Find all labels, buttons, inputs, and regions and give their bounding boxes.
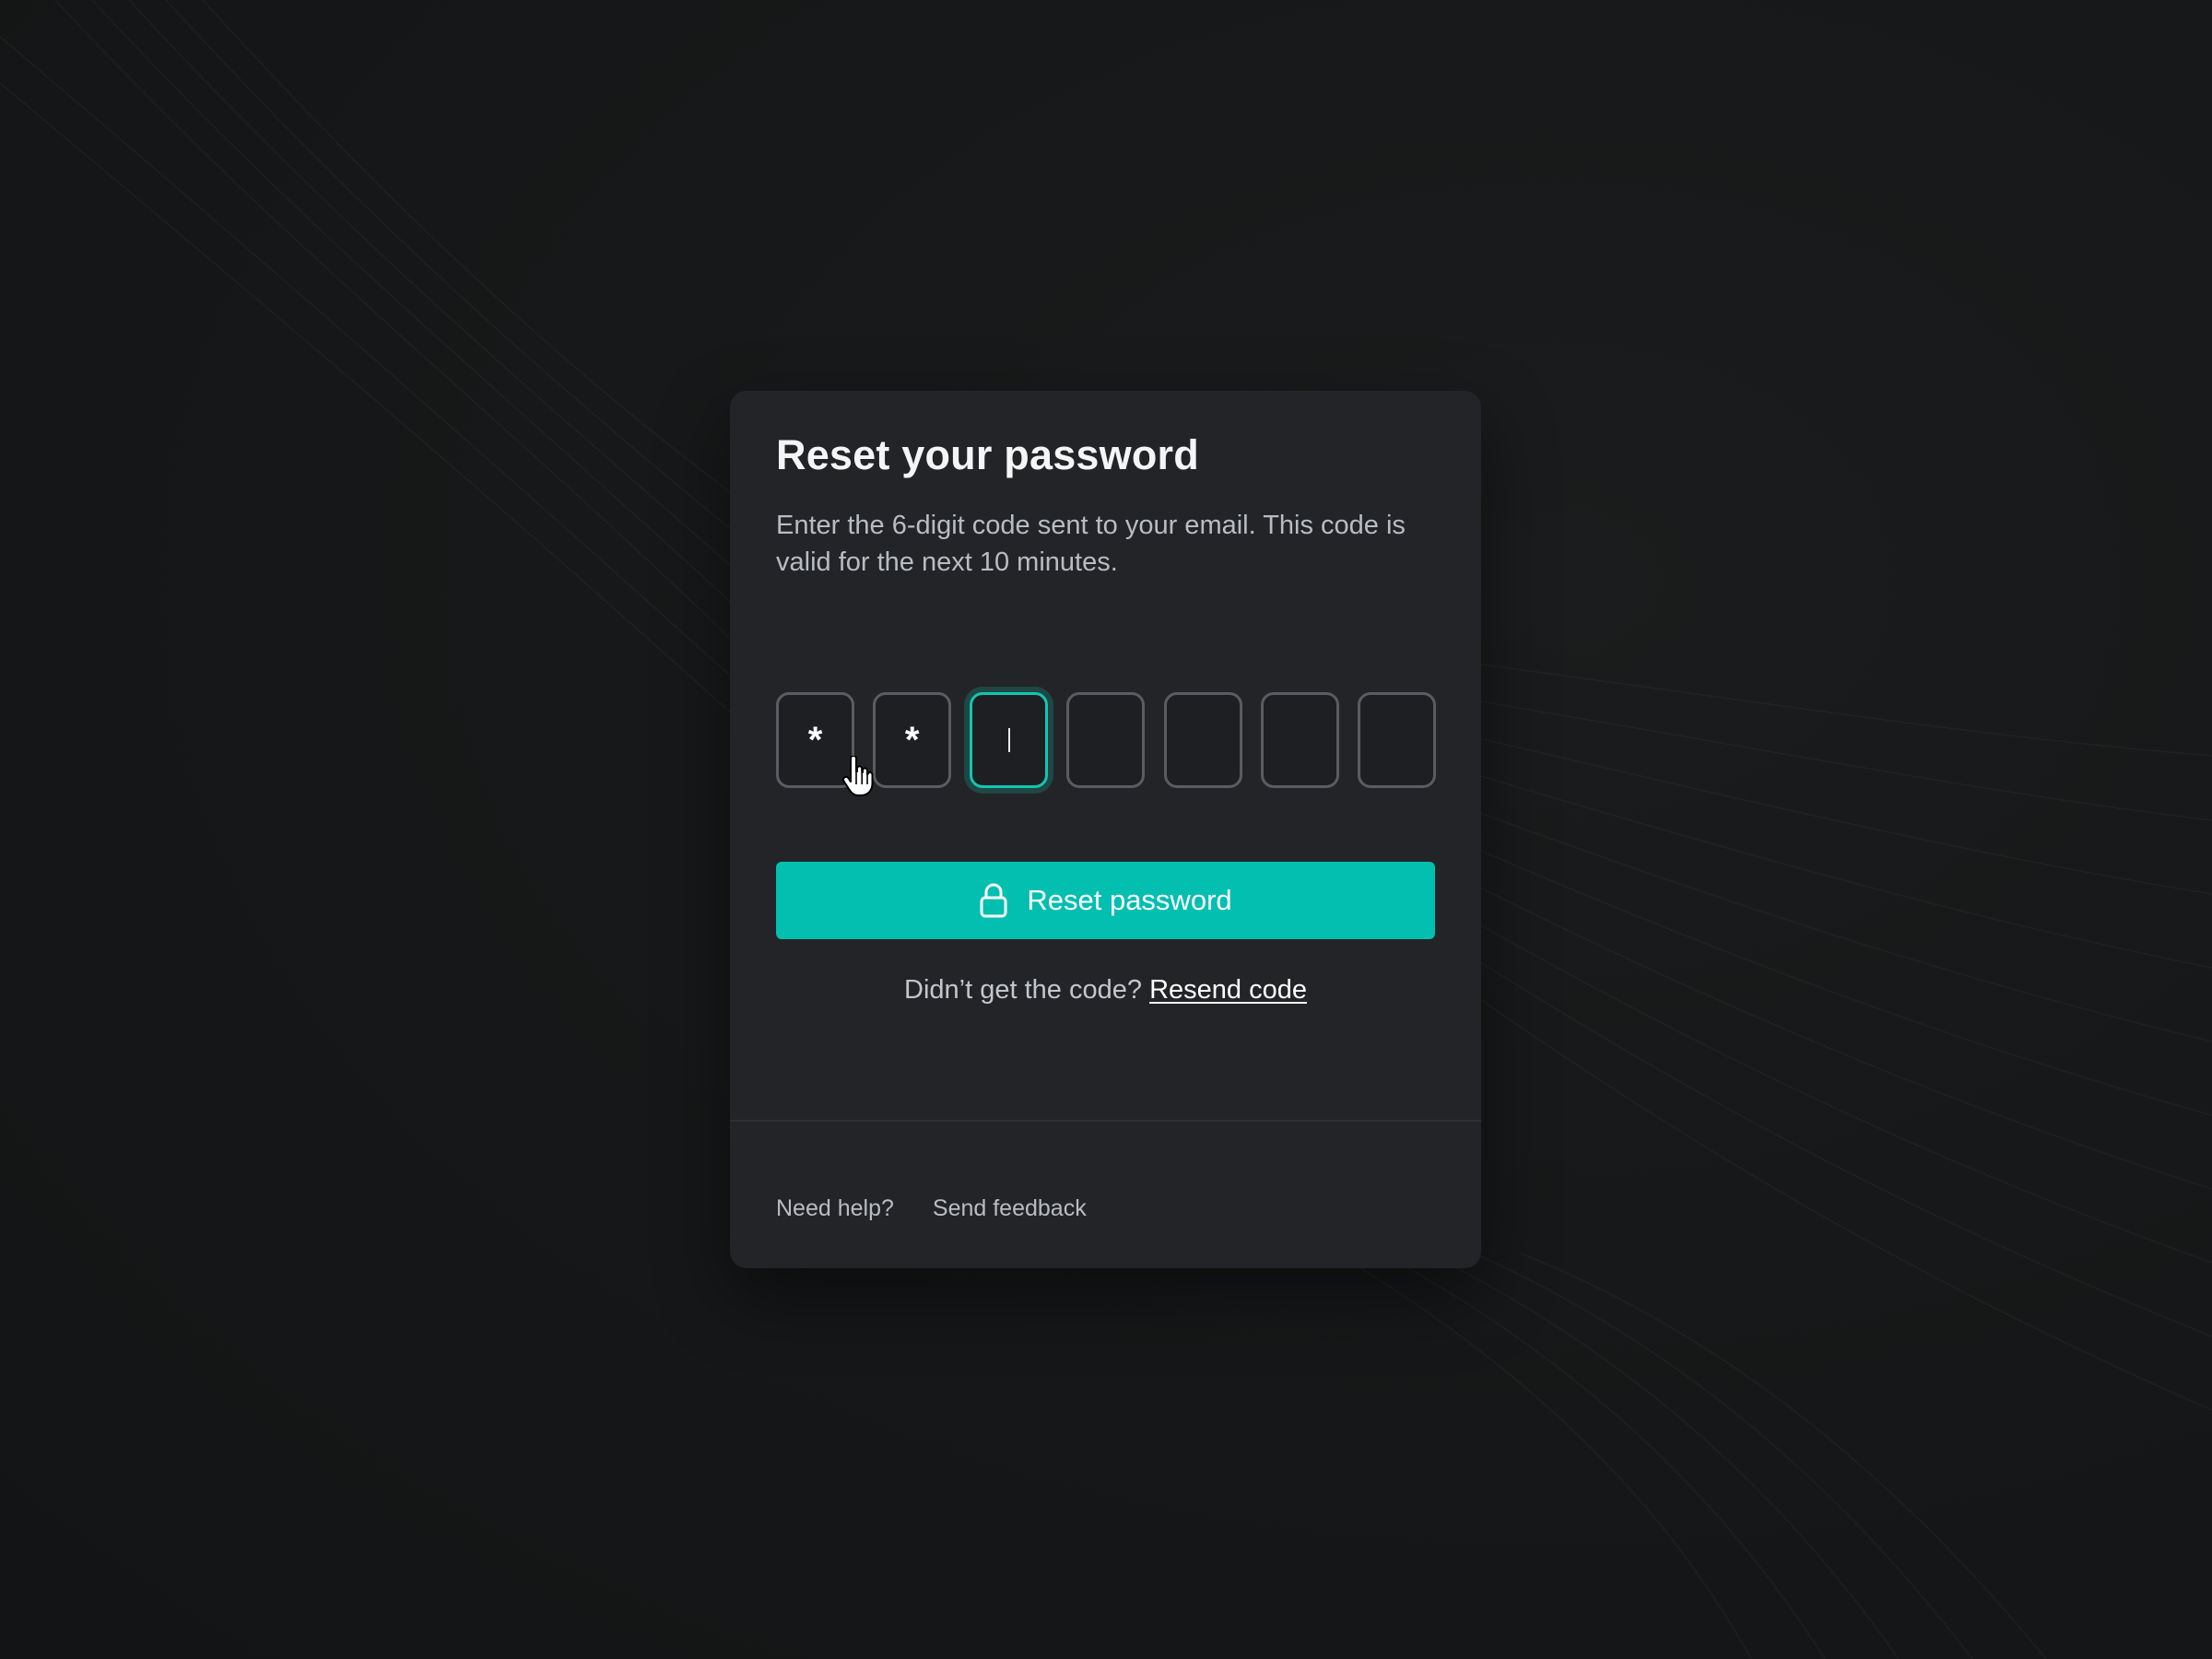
code-digit-value: * [904, 719, 920, 760]
card-footer: Need help? Send feedback [776, 1195, 1087, 1222]
send-feedback-link[interactable]: Send feedback [933, 1195, 1087, 1222]
code-input-group: * * [776, 692, 1436, 788]
resend-prompt: Didn’t get the code? [904, 975, 1142, 1005]
lock-icon [980, 883, 1007, 918]
code-digit-input-5[interactable] [1163, 692, 1242, 788]
hand-pointer-icon [842, 756, 874, 796]
reset-password-button[interactable]: Reset password [776, 862, 1435, 939]
code-digit-input-7[interactable] [1357, 692, 1436, 788]
code-digit-input-2[interactable]: * [873, 692, 952, 788]
card-divider [730, 1120, 1481, 1122]
reset-password-card: Reset your password Enter the 6-digit co… [730, 391, 1481, 1268]
code-digit-value: * [807, 719, 823, 760]
code-digit-input-4[interactable] [1066, 692, 1146, 788]
resend-row: Didn’t get the code? Resend code [730, 975, 1481, 1006]
instructions-text: Enter the 6-digit code sent to your emai… [776, 511, 1406, 577]
code-digit-input-3[interactable] [970, 692, 1049, 788]
resend-code-link[interactable]: Resend code [1149, 975, 1307, 1005]
reset-password-button-label: Reset password [1027, 884, 1232, 916]
need-help-link[interactable]: Need help? [776, 1195, 894, 1222]
code-digit-input-6[interactable] [1260, 692, 1339, 788]
page-title: Reset your password [776, 431, 1199, 478]
text-caret [1007, 728, 1010, 752]
